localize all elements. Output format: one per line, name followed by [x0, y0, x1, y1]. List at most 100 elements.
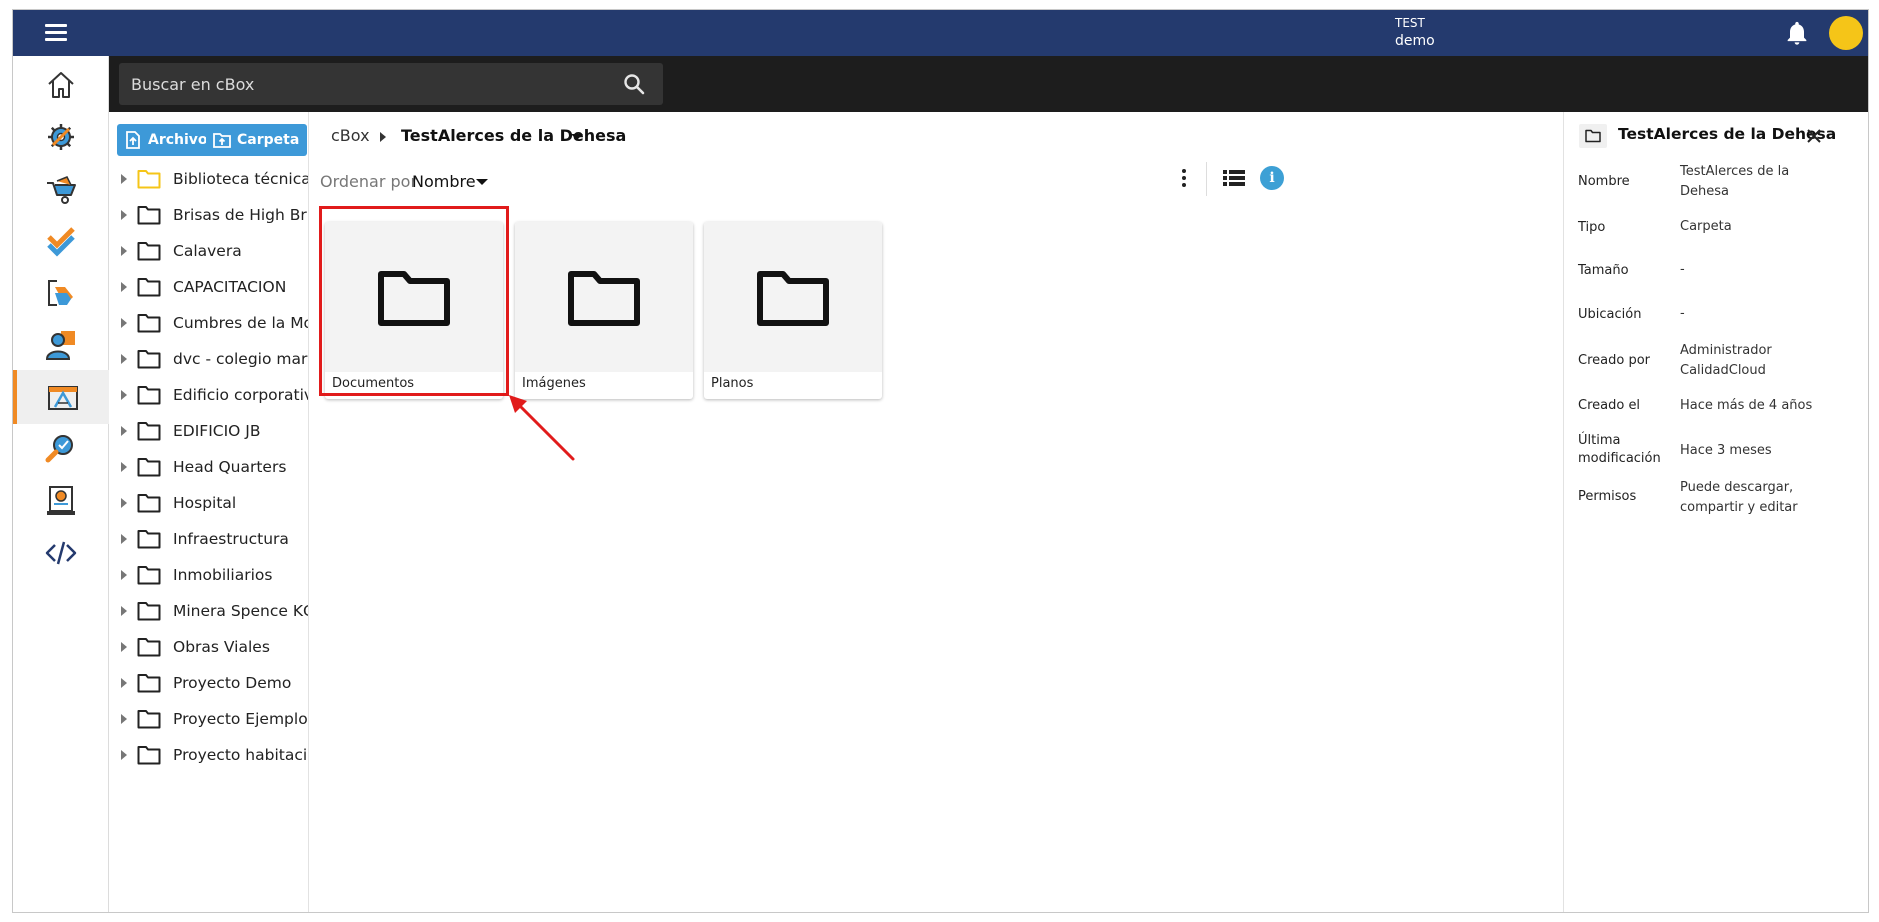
expand-arrow-icon[interactable] — [121, 426, 127, 436]
expand-arrow-icon[interactable] — [121, 714, 127, 724]
rail-users[interactable] — [13, 318, 109, 372]
folder-icon — [137, 638, 161, 657]
prop-value: Puede descargar, compartir y editar — [1680, 480, 1798, 515]
user-info[interactable]: TEST demo — [1395, 14, 1435, 50]
folder-icon — [137, 602, 161, 621]
tree-item[interactable]: Proyecto Ejemplo jb — [109, 702, 308, 736]
breadcrumb-current[interactable]: TestAlerces de la Dehesa — [401, 126, 626, 145]
search-icon[interactable] — [622, 72, 646, 96]
search-input[interactable] — [131, 63, 601, 105]
folder-icon — [137, 530, 161, 549]
info-icon[interactable]: i — [1260, 166, 1284, 190]
prop-key: Ubicación — [1578, 307, 1642, 322]
avatar[interactable] — [1829, 16, 1863, 50]
code-icon — [45, 541, 77, 565]
folder-icon — [757, 271, 829, 326]
tree-item[interactable]: CAPACITACION — [109, 270, 308, 304]
expand-arrow-icon[interactable] — [121, 282, 127, 292]
folder-thumbnail — [515, 222, 693, 372]
inspection-icon — [45, 435, 73, 463]
prop-value: - — [1680, 306, 1685, 321]
more-options-icon[interactable] — [1179, 165, 1189, 191]
prop-value: Hace 3 meses — [1680, 443, 1772, 458]
expand-arrow-icon[interactable] — [121, 570, 127, 580]
breadcrumb-root[interactable]: cBox — [331, 126, 370, 145]
tree-item[interactable]: Biblioteca técnica — [109, 162, 308, 196]
expand-arrow-icon[interactable] — [121, 534, 127, 544]
expand-arrow-icon[interactable] — [121, 210, 127, 220]
tree-item[interactable]: EDIFICIO JB — [109, 414, 308, 448]
folder-thumbnail — [704, 222, 882, 372]
expand-arrow-icon[interactable] — [121, 462, 127, 472]
folder-icon — [378, 271, 450, 326]
list-view-icon[interactable] — [1223, 169, 1245, 187]
rail-inspection[interactable] — [13, 422, 109, 476]
expand-arrow-icon[interactable] — [121, 750, 127, 760]
expand-arrow-icon[interactable] — [121, 246, 127, 256]
hamburger-menu-icon[interactable] — [43, 20, 69, 46]
rail-settings[interactable] — [13, 110, 109, 164]
rail-checklist[interactable] — [13, 214, 109, 268]
tree-item[interactable]: Edificio corporativo Inn — [109, 378, 308, 412]
main-content: cBox TestAlerces de la Dehesa Ordenar po… — [309, 112, 1563, 912]
user-name: demo — [1395, 33, 1435, 49]
tree-item-label: Infraestructura — [173, 530, 289, 548]
folder-card-label: Planos — [711, 376, 754, 391]
expand-arrow-icon[interactable] — [121, 606, 127, 616]
rail-certificates[interactable] — [13, 474, 109, 528]
tree-item[interactable]: Minera Spence KGM — [109, 594, 308, 628]
tree-item-label: Calavera — [173, 242, 242, 260]
users-icon — [45, 331, 75, 360]
tree-item[interactable]: Proyecto Demo — [109, 666, 308, 700]
tree-item-label: Cumbres de la Molina — [173, 314, 308, 332]
rail-home[interactable] — [13, 58, 109, 112]
checklist-icon — [47, 227, 75, 257]
upload-folder-button[interactable]: Carpeta — [206, 124, 308, 156]
notifications-bell-icon[interactable] — [1783, 19, 1811, 47]
tree-item[interactable]: Infraestructura — [109, 522, 308, 556]
expand-arrow-icon[interactable] — [121, 390, 127, 400]
folder-icon — [137, 422, 161, 441]
tree-item[interactable]: Inmobiliarios — [109, 558, 308, 592]
expand-arrow-icon[interactable] — [121, 354, 127, 364]
tree-item[interactable]: Calavera — [109, 234, 308, 268]
folder-icon — [137, 170, 161, 189]
folder-icon — [137, 710, 161, 729]
expand-arrow-icon[interactable] — [121, 174, 127, 184]
expand-arrow-icon[interactable] — [121, 642, 127, 652]
tree-item[interactable]: Obras Viales — [109, 630, 308, 664]
close-icon[interactable] — [1804, 126, 1824, 146]
tree-item[interactable]: dvc - colegio markham — [109, 342, 308, 376]
plans-icon — [48, 386, 78, 410]
prop-value: Carpeta — [1680, 219, 1732, 234]
rail-plans[interactable] — [13, 370, 109, 424]
tree-item[interactable]: Cumbres de la Molina — [109, 306, 308, 340]
folder-card-label: Imágenes — [522, 376, 586, 391]
tree-item-label: EDIFICIO JB — [173, 422, 261, 440]
sort-dropdown[interactable]: Nombre — [412, 172, 476, 191]
prop-value: Administrador CalidadCloud — [1680, 343, 1772, 378]
rail-works[interactable] — [13, 162, 109, 216]
tree-item-label: Proyecto Ejemplo jb — [173, 710, 308, 728]
expand-arrow-icon[interactable] — [121, 498, 127, 508]
tree-item-label: Proyecto habitacional — [173, 746, 308, 764]
folder-icon — [137, 350, 161, 369]
tree-item[interactable]: Brisas de High Bridge — [109, 198, 308, 232]
folder-card-imagenes[interactable]: Imágenes — [515, 222, 693, 399]
prop-value: TestAlerces de la Dehesa — [1680, 164, 1790, 199]
tree-item[interactable]: Head Quarters — [109, 450, 308, 484]
expand-arrow-icon[interactable] — [121, 318, 127, 328]
tree-item[interactable]: Proyecto habitacional — [109, 738, 308, 772]
breadcrumb-dropdown-icon[interactable] — [571, 134, 583, 140]
folder-icon — [137, 566, 161, 585]
rail-transfer[interactable] — [13, 266, 109, 320]
user-company: TEST — [1395, 16, 1425, 30]
rail-developer[interactable] — [13, 526, 109, 580]
sort-dropdown-icon[interactable] — [476, 179, 488, 185]
folder-card-documentos[interactable]: Documentos — [325, 222, 503, 399]
expand-arrow-icon[interactable] — [121, 678, 127, 688]
tree-item[interactable]: Hospital — [109, 486, 308, 520]
top-bar: TEST demo — [13, 10, 1868, 56]
home-icon — [48, 72, 74, 98]
folder-card-planos[interactable]: Planos — [704, 222, 882, 399]
